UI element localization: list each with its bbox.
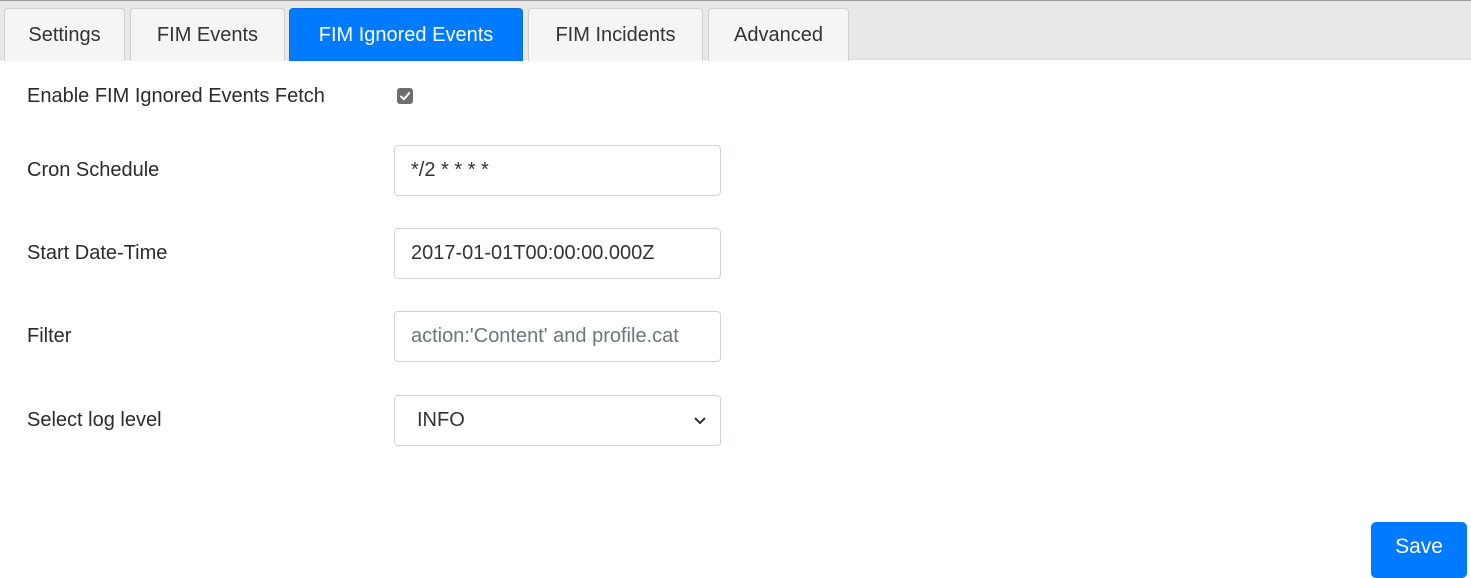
start-datetime-input[interactable] <box>394 228 721 279</box>
filter-label: Filter <box>27 325 72 347</box>
tab-settings[interactable]: Settings <box>4 8 125 61</box>
cron-schedule-input[interactable] <box>394 145 721 196</box>
chevron-down-icon <box>694 417 706 424</box>
tab-fim-ignored-events-label: FIM Ignored Events <box>318 23 494 46</box>
enable-fetch-checkbox[interactable] <box>397 88 413 104</box>
checkmark-icon <box>400 92 411 101</box>
tab-fim-incidents[interactable]: FIM Incidents <box>528 8 703 61</box>
enable-fetch-label: Enable FIM Ignored Events Fetch <box>27 85 325 107</box>
log-level-label: Select log level <box>27 409 162 431</box>
tab-advanced[interactable]: Advanced <box>708 8 849 61</box>
log-level-value: INFO <box>417 409 465 431</box>
tab-advanced-label: Advanced <box>734 23 823 46</box>
tab-fim-ignored-events[interactable]: FIM Ignored Events <box>289 8 523 61</box>
start-datetime-label: Start Date-Time <box>27 242 168 264</box>
tab-fim-events[interactable]: FIM Events <box>130 8 285 61</box>
log-level-select[interactable]: INFO <box>394 395 721 446</box>
tab-settings-label: Settings <box>28 23 101 46</box>
tab-bar: Settings FIM Events FIM Ignored Events F… <box>0 0 1471 61</box>
cron-schedule-label: Cron Schedule <box>27 159 160 181</box>
tab-fim-incidents-label: FIM Incidents <box>555 23 676 46</box>
filter-input[interactable] <box>394 311 721 362</box>
tab-fim-events-label: FIM Events <box>156 23 259 46</box>
